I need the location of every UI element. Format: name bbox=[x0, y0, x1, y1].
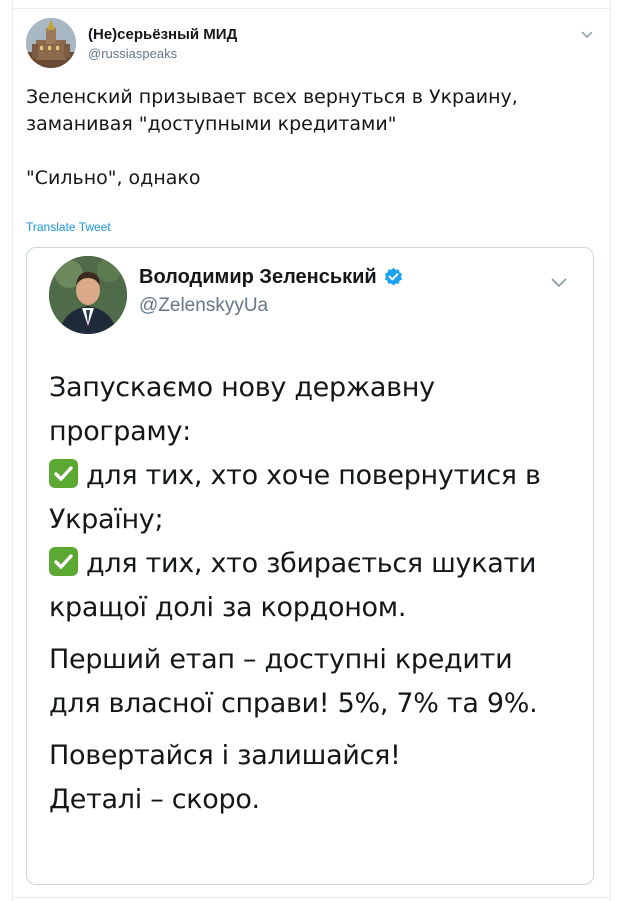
tweet: (Не)серьёзный МИД @russiaspeaks Зеленски… bbox=[12, 0, 611, 901]
text-line: для тих, хто хоче повернутися в bbox=[86, 460, 541, 491]
text-line: Деталі – скоро. bbox=[49, 784, 260, 815]
embedded-paragraph: Перший етап – доступні кредити для власн… bbox=[49, 638, 584, 726]
kremlin-building-avatar-icon bbox=[26, 18, 76, 68]
verified-badge-icon bbox=[383, 267, 404, 288]
media-card[interactable]: Володимир Зеленський @ZelenskyyUa Запуск… bbox=[26, 247, 594, 885]
embedded-author-name: Володимир Зеленський bbox=[139, 266, 404, 289]
text-line: Запускаємо нову державну bbox=[49, 372, 435, 403]
embedded-author-name-label: Володимир Зеленський bbox=[139, 266, 377, 288]
avatar[interactable] bbox=[26, 18, 76, 68]
text-line: Повертайся і залишайся! bbox=[49, 740, 401, 771]
tweet-text-paragraph: Зеленский призывает всех вернуться в Укр… bbox=[26, 86, 518, 135]
divider bbox=[13, 8, 610, 9]
text-line: для тих, хто збирається шукати bbox=[86, 548, 537, 579]
embedded-avatar bbox=[49, 256, 127, 334]
text-line: Перший етап – доступні кредити bbox=[49, 644, 513, 675]
author-name[interactable]: (Не)серьёзный МИД bbox=[88, 26, 237, 43]
text-line: кращої долі за кордоном. bbox=[49, 592, 407, 623]
embedded-tweet-text: Запускаємо нову державну програму: для т… bbox=[49, 366, 584, 822]
divider bbox=[13, 897, 610, 898]
tweet-text-paragraph: "Сильно", однако bbox=[26, 167, 201, 189]
check-mark-button-icon bbox=[49, 459, 78, 488]
text-line: Україну; bbox=[49, 504, 164, 535]
check-mark-button-icon bbox=[49, 547, 78, 576]
author-handle[interactable]: @russiaspeaks bbox=[88, 46, 177, 61]
portrait-icon bbox=[49, 256, 127, 334]
embedded-paragraph: Повертайся і залишайся! Деталі – скоро. bbox=[49, 734, 584, 822]
translate-tweet-link[interactable]: Translate Tweet bbox=[26, 220, 111, 234]
chevron-down-icon[interactable] bbox=[580, 26, 594, 39]
embedded-paragraph: Запускаємо нову державну програму: для т… bbox=[49, 366, 584, 630]
text-line: програму: bbox=[49, 416, 191, 447]
embedded-author-handle: @ZelenskyyUa bbox=[139, 295, 269, 316]
chevron-down-icon bbox=[550, 274, 568, 288]
text-line: для власної справи! 5%, 7% та 9%. bbox=[49, 688, 538, 719]
tweet-text: Зеленский призывает всех вернуться в Укр… bbox=[26, 84, 586, 192]
